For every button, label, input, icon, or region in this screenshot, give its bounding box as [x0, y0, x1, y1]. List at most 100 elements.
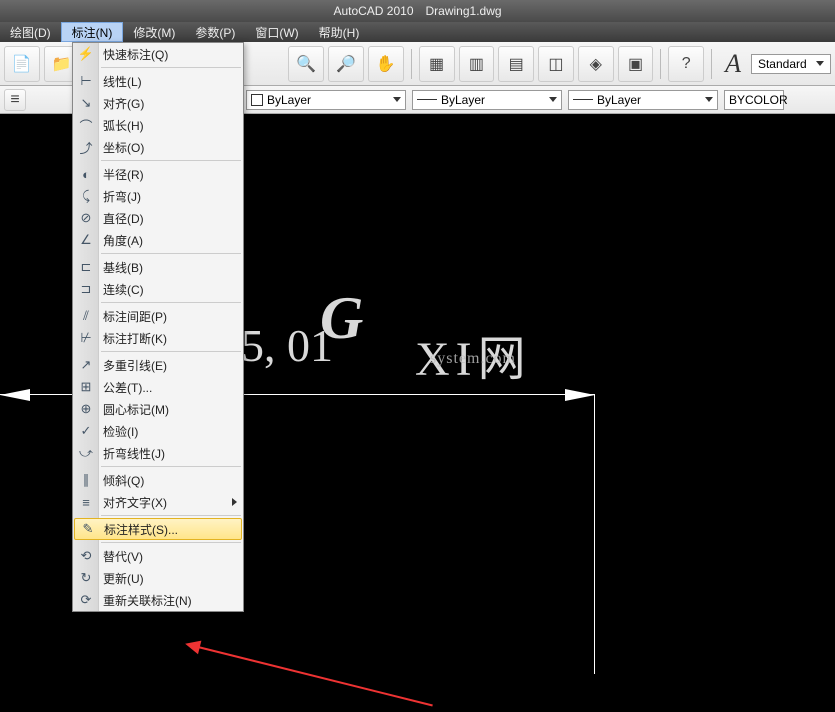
menu-item[interactable]: ◐半径(R) [73, 163, 243, 185]
menu-item-label: 直径(D) [103, 210, 144, 227]
menu-item-icon: ◐ [77, 165, 95, 183]
menu-item-label: 替代(V) [103, 548, 143, 565]
menu-item[interactable]: ⟳重新关联标注(N) [73, 589, 243, 611]
menu-item[interactable]: ≡对齐文字(X) [73, 491, 243, 513]
text-style-icon[interactable]: A [719, 49, 747, 79]
separator [660, 49, 661, 79]
titlebar: AutoCAD 2010 Drawing1.dwg [0, 0, 835, 22]
text-style-dropdown[interactable]: Standard [751, 54, 831, 74]
menu-item-label: 更新(U) [103, 570, 144, 587]
menu-item[interactable]: ⚡快速标注(Q) [73, 43, 243, 65]
menu-help[interactable]: 帮助(H) [309, 22, 370, 42]
extension-line [594, 394, 595, 674]
chevron-down-icon [393, 97, 401, 102]
menu-item-icon: ⊐ [77, 280, 95, 298]
tool2-icon[interactable]: ◈ [578, 46, 614, 82]
menu-item-label: 标注间距(P) [103, 308, 167, 325]
menu-item[interactable]: ⤴坐标(O) [73, 136, 243, 158]
menu-item-label: 线性(L) [103, 73, 142, 90]
menu-item[interactable]: ⊢ 线性(L) [73, 70, 243, 92]
grid-icon[interactable]: ▦ [419, 46, 455, 82]
lineweight-dropdown[interactable]: ByLayer [568, 90, 718, 110]
menu-draw[interactable]: 绘图(D) [0, 22, 61, 42]
color-dropdown[interactable]: ByLayer [246, 90, 406, 110]
menu-item-label: 标注样式(S)... [104, 521, 178, 538]
menu-item-icon: ✓ [77, 422, 95, 440]
dimension-arrow-right-icon [565, 389, 595, 401]
menu-item[interactable]: ⟲ 替代(V) [73, 545, 243, 567]
menu-item-label: 圆心标记(M) [103, 401, 169, 418]
menu-item[interactable]: ⌒弧长(H) [73, 114, 243, 136]
menu-item-label: 折弯(J) [103, 188, 141, 205]
tool3-icon[interactable]: ▣ [618, 46, 654, 82]
menu-item[interactable]: ⫽标注间距(P) [73, 305, 243, 327]
menu-item-label: 弧长(H) [103, 117, 144, 134]
menu-dimension[interactable]: 标注(N) [61, 22, 124, 42]
text-style-value: Standard [758, 57, 807, 71]
dimension-arrow-left-icon [0, 389, 30, 401]
menu-item-icon: ∠ [77, 231, 95, 249]
new-icon[interactable]: 📄 [4, 46, 40, 82]
menu-item[interactable]: ✎标注样式(S)... [74, 518, 242, 540]
zoom-window-icon[interactable]: 🔍 [288, 46, 324, 82]
menu-item-icon: ↻ [77, 569, 95, 587]
menu-item[interactable]: ✓ 检验(I) [73, 420, 243, 442]
menu-separator [101, 466, 241, 467]
menu-param[interactable]: 参数(P) [185, 22, 245, 42]
menu-item[interactable]: ↘对齐(G) [73, 92, 243, 114]
menu-item-label: 标注打断(K) [103, 330, 167, 347]
menu-separator [101, 160, 241, 161]
menu-item-icon: ∥ [77, 471, 95, 489]
menu-item[interactable]: ⊏ 基线(B) [73, 256, 243, 278]
menu-item-label: 公差(T)... [103, 379, 152, 396]
menu-item-label: 角度(A) [103, 232, 143, 249]
menu-item[interactable]: ⤻折弯线性(J) [73, 442, 243, 464]
line-sample-icon [573, 99, 593, 100]
menu-item-icon: ⊏ [77, 258, 95, 276]
menu-item-icon: ≡ [77, 493, 95, 511]
menu-item-icon: ⤹ [77, 187, 95, 205]
menu-modify[interactable]: 修改(M) [123, 22, 185, 42]
menu-item-label: 倾斜(Q) [103, 472, 144, 489]
menu-separator [101, 67, 241, 68]
menu-item[interactable]: ⊬标注打断(K) [73, 327, 243, 349]
menu-item[interactable]: ↻ 更新(U) [73, 567, 243, 589]
menu-item-label: 折弯线性(J) [103, 445, 165, 462]
menu-item-label: 检验(I) [103, 423, 138, 440]
zoom-extents-icon[interactable]: 🔎 [328, 46, 364, 82]
menu-item-icon: ⟲ [77, 547, 95, 565]
menu-item[interactable]: ⊕ 圆心标记(M) [73, 398, 243, 420]
menu-item-label: 基线(B) [103, 259, 143, 276]
menu-item-icon: ⚡ [77, 45, 95, 63]
menu-item[interactable]: ↗多重引线(E) [73, 354, 243, 376]
menu-item-icon: ⊘ [77, 209, 95, 227]
menu-item[interactable]: ⊘ 直径(D) [73, 207, 243, 229]
linetype-dropdown[interactable]: ByLayer [412, 90, 562, 110]
menu-item[interactable]: ⤹ 折弯(J) [73, 185, 243, 207]
bycolor-box[interactable]: BYCOLOR [724, 90, 784, 110]
menu-item-icon: ⤴ [77, 138, 95, 156]
menu-item[interactable]: ⊞公差(T)... [73, 376, 243, 398]
menu-item-icon: ⊢ [77, 72, 95, 90]
menu-separator [101, 351, 241, 352]
help-icon[interactable]: ? [668, 46, 704, 82]
menu-item-icon: ⊕ [77, 400, 95, 418]
menu-separator [101, 253, 241, 254]
annotation-arrow [190, 644, 433, 706]
linetype-value: ByLayer [441, 93, 485, 107]
menu-item[interactable]: ∠ 角度(A) [73, 229, 243, 251]
menu-item[interactable]: ⊐ 连续(C) [73, 278, 243, 300]
menu-item-label: 连续(C) [103, 281, 144, 298]
layout-icon[interactable]: ▥ [459, 46, 495, 82]
layer-icon[interactable]: ≡ [4, 89, 26, 111]
menu-item-icon: ↘ [77, 94, 95, 112]
pan-icon[interactable]: ✋ [368, 46, 404, 82]
separator [411, 49, 412, 79]
sheet-icon[interactable]: ▤ [498, 46, 534, 82]
tool1-icon[interactable]: ◫ [538, 46, 574, 82]
menu-item[interactable]: ∥ 倾斜(Q) [73, 469, 243, 491]
separator [711, 49, 712, 79]
menu-window[interactable]: 窗口(W) [245, 22, 308, 42]
menu-separator [101, 542, 241, 543]
lineweight-value: ByLayer [597, 93, 641, 107]
